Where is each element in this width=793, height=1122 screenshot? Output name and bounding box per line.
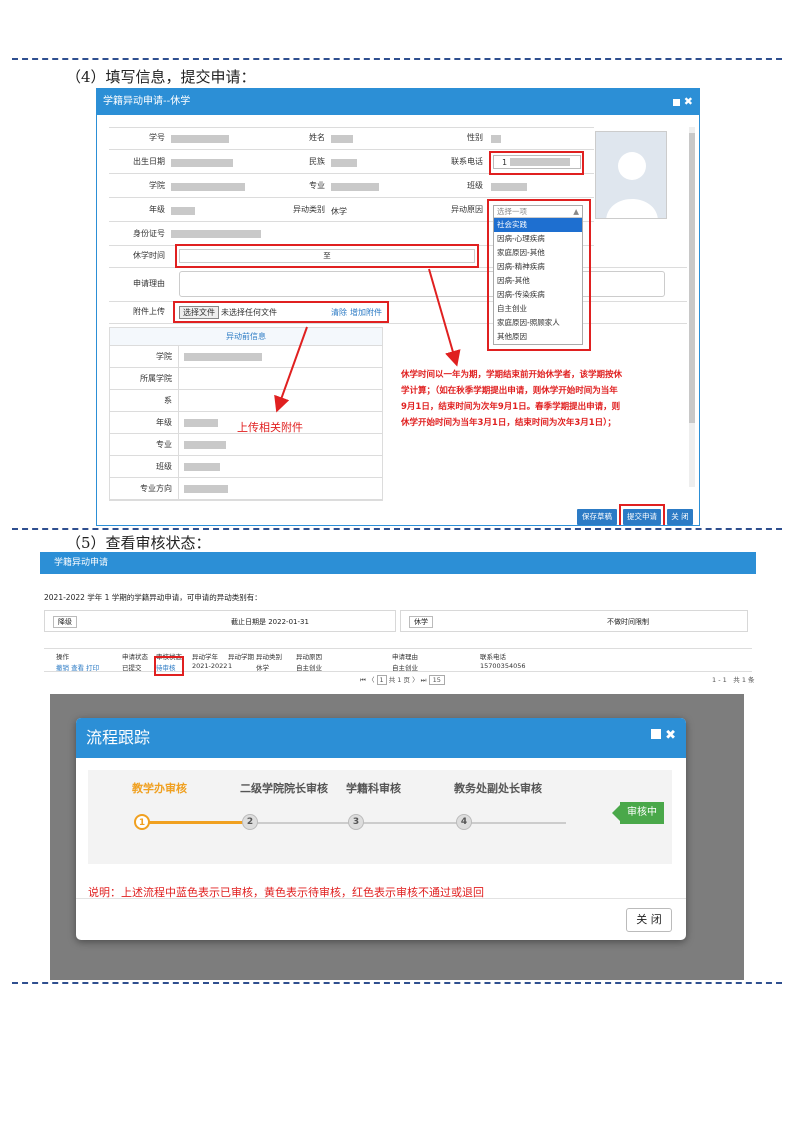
process-dialog: 流程跟踪 ✖ 教学办审核 二级学院院长审核 学籍科审核 教务处副处长审核 1 2… — [76, 718, 686, 940]
column-header: 异动原因 — [296, 653, 322, 661]
intro-text: 2021-2022 学年 1 学期的学籍异动申请，可申请的异动类别有： — [44, 593, 262, 602]
total-pages: 共 1 页 — [388, 676, 411, 684]
window-controls: ✖ — [651, 728, 676, 743]
highlight-audit-status — [154, 656, 184, 676]
dialog-scrollbar[interactable] — [689, 127, 695, 487]
table-cell: 15700354056 — [480, 662, 526, 670]
type-deadline-1: 截止日期是 2022-01-31 — [231, 618, 309, 626]
records-table: 操作 申请状态 审核状态 异动学年 异动学期 异动类别 异动原因 申请理由 联系电话 撤销 查看… — [44, 648, 752, 672]
type-box-2: 休学 不做时间限制 — [400, 610, 748, 632]
first-page-icon[interactable]: ⏮ — [360, 676, 366, 684]
column-header: 异动类别 — [256, 653, 282, 661]
close-icon[interactable]: ✖ — [665, 728, 676, 743]
type-button-2[interactable]: 休学 — [409, 616, 433, 628]
page-size-select[interactable]: 15 — [428, 675, 445, 685]
separator-line — [12, 528, 782, 530]
table-cell: 自主创业 — [296, 664, 322, 672]
process-steps: 教学办审核 二级学院院长审核 学籍科审核 教务处副处长审核 1 2 3 4 审核… — [88, 770, 672, 864]
progress-done — [146, 821, 254, 824]
maximize-icon[interactable] — [651, 729, 662, 739]
step-name-2: 二级学院院长审核 — [240, 782, 328, 795]
type-deadline-2: 不做时间限制 — [607, 618, 649, 626]
status-page: 学籍异动申请 2021-2022 学年 1 学期的学籍异动申请，可申请的异动类别… — [40, 552, 756, 692]
table-cell: 休学 — [256, 664, 269, 672]
row-actions[interactable]: 撤销 查看 打印 — [56, 662, 99, 672]
page-input[interactable]: 1 — [376, 675, 387, 685]
last-page-icon[interactable]: ⏭ — [421, 676, 427, 684]
separator-line — [12, 982, 782, 984]
apply-form: 学号 姓名 性别 出生日期 民族 联系电话 1 学院 专业 班级 年级 异动类别… — [109, 127, 687, 501]
status-page-title: 学籍异动申请 — [40, 552, 756, 574]
apply-dialog: 学籍异动申请--休学 ✖ 学号 姓名 性别 出生日期 民族 联系电话 1 学院 … — [96, 88, 700, 526]
step4-heading: （4）填写信息，提交申请： — [66, 68, 256, 86]
type-box-1: 降级 截止日期是 2022-01-31 — [44, 610, 396, 632]
step-circle-3: 3 — [348, 814, 364, 830]
column-header: 联系电话 — [480, 653, 506, 661]
process-dialog-title: 流程跟踪 — [76, 718, 686, 758]
step5-heading: （5）查看审核状态： — [66, 534, 211, 552]
step-name-1: 教学办审核 — [132, 782, 187, 795]
highlight-dropdown — [487, 199, 591, 351]
column-header: 异动学年 — [192, 653, 218, 661]
annotation-arrows — [274, 268, 461, 413]
dialog-title: 学籍异动申请--休学 — [97, 89, 699, 115]
table-cell: 自主创业 — [392, 664, 418, 672]
column-header: 异动学期 — [228, 653, 254, 661]
table-cell: 2021-2022 — [192, 662, 228, 670]
prev-page-icon[interactable]: 〈 — [368, 676, 375, 684]
next-page-icon[interactable]: 〉 — [412, 676, 419, 684]
step-name-3: 学籍科审核 — [346, 782, 401, 795]
step-circle-4: 4 — [456, 814, 472, 830]
column-header: 操作 — [56, 653, 69, 661]
step-circle-2: 2 — [242, 814, 258, 830]
pager: ⏮ 〈 1 共 1 页 〉 ⏭ 15 — [360, 674, 445, 685]
table-cell: 已提交 — [122, 664, 142, 672]
pager-summary: 1 - 1 共 1 条 — [712, 676, 755, 684]
save-draft-button[interactable]: 保存草稿 — [577, 509, 617, 525]
maximize-icon[interactable] — [672, 98, 680, 106]
type-button-1[interactable]: 降级 — [53, 616, 77, 628]
process-overlay: 流程跟踪 ✖ 教学办审核 二级学院院长审核 学籍科审核 教务处副处长审核 1 2… — [50, 694, 744, 980]
close-button[interactable]: 关 闭 — [667, 509, 693, 525]
separator-line — [12, 58, 782, 60]
window-controls: ✖ — [672, 89, 693, 115]
column-header: 申请理由 — [392, 653, 418, 661]
step-circle-1: 1 — [134, 814, 150, 830]
highlight-submit — [619, 504, 665, 525]
process-close-button[interactable]: 关 闭 — [626, 908, 672, 932]
column-header: 申请状态 — [122, 653, 148, 661]
table-cell: 1 — [228, 662, 233, 670]
status-badge: 审核中 — [620, 802, 664, 824]
step-name-4: 教务处副处长审核 — [454, 782, 542, 795]
close-icon[interactable]: ✖ — [684, 95, 693, 108]
